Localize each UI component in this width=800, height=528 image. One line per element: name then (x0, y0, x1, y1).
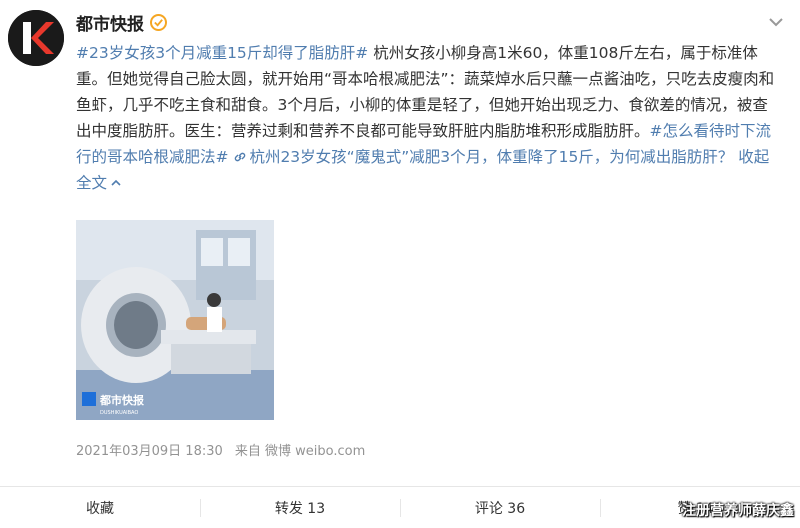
favorite-button[interactable]: 收藏 (0, 487, 200, 528)
post-source[interactable]: 来自 微博 weibo.com (235, 444, 365, 459)
avatar[interactable] (8, 10, 64, 66)
post-text: #23岁女孩3个月减重15斤却得了脂肪肝# 杭州女孩小柳身高1米60，体重108… (76, 40, 776, 196)
post-datetime[interactable]: 2021年03月09日 18:30 (76, 444, 223, 459)
dushikuaibao-logo-icon (8, 10, 64, 66)
watermark-text: 注册营养师薛庆鑫 (682, 503, 794, 519)
image-logo-text: 都市快报 (99, 393, 145, 407)
chevron-down-icon[interactable] (766, 12, 786, 32)
mri-scanner-photo: 都市快报 DUSHIKUAIBAO (76, 220, 274, 420)
author-row: 都市快报 (76, 10, 167, 35)
image-logo-subtext: DUSHIKUAIBAO (100, 410, 138, 416)
comment-button[interactable]: 评论 36 (400, 487, 600, 528)
post-image[interactable]: 都市快报 DUSHIKUAIBAO (76, 220, 274, 420)
repost-button[interactable]: 转发 13 (200, 487, 400, 528)
hashtag-link[interactable]: #23岁女孩3个月减重15斤却得了脂肪肝# (76, 44, 368, 62)
link-icon (233, 146, 247, 162)
article-link-text: 杭州23岁女孩“魔鬼式”减肥3个月，体重降了15斤，为何减出脂肪肝？ (249, 148, 734, 166)
verified-badge-icon (150, 13, 167, 31)
article-link[interactable]: 杭州23岁女孩“魔鬼式”减肥3个月，体重降了15斤，为何减出脂肪肝？ (233, 148, 733, 166)
post-meta: 2021年03月09日 18:30 来自 微博 weibo.com (76, 440, 373, 459)
username[interactable]: 都市快报 (76, 10, 144, 35)
chevron-up-icon (111, 179, 121, 186)
action-bar: 收藏 转发 13 评论 36 赞 146 (0, 486, 800, 528)
